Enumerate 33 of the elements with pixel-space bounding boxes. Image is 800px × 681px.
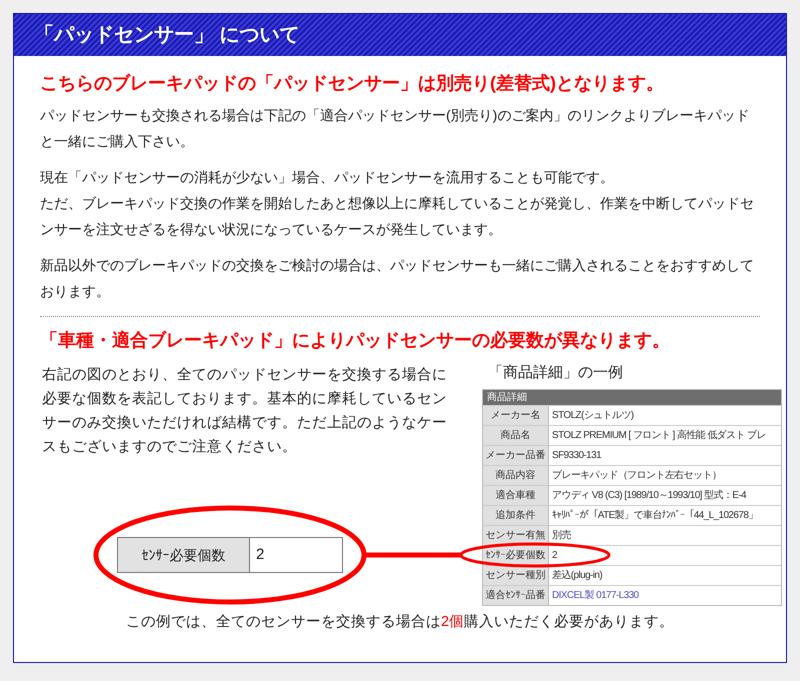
example-caption: 「商品詳細」の一例 bbox=[487, 363, 624, 383]
paragraph-text: 新品以外でのブレーキパッドの交換をご検討の場合は、パッドセンサーも一緒にご購入されることをおすすめしております。 bbox=[40, 256, 755, 301]
table-title: 商品詳細 bbox=[483, 390, 781, 405]
table-value: 差込(plug-in) bbox=[551, 568, 602, 583]
table-label: 適合車種 bbox=[483, 486, 549, 505]
table-link[interactable]: DIXCEL製 0177-L330 bbox=[549, 586, 639, 605]
notice-heading: こちらのブレーキパッドの「パッドセンサー」は別売り(差替式)となります。 bbox=[40, 72, 665, 95]
note-text: この例では、全てのセンサーを交換する場合は2個購入いただく必要があります。 bbox=[126, 612, 674, 632]
table-label: 適合ｾﾝｻｰ品番 bbox=[483, 586, 549, 605]
paragraph-text: パッドセンサーも交換される場合は下記の「適合パッドセンサー(別売り)のご案内」のリンクよりブレーキパッドと一緒にご購入下さい。 bbox=[40, 106, 750, 151]
table-value: ブレーキパッド（フロント左右セット） bbox=[551, 468, 722, 483]
field-value: 2 bbox=[255, 545, 264, 565]
paragraph-text: 現在「パッドセンサーの消耗が少ない」場合、パッドセンサーを流用することも可能です。 bbox=[40, 168, 615, 187]
table-value: ｷｬﾘﾊﾟｰが「ATE製」で車台ﾅﾝﾊﾞｰ「44_L_102678」 bbox=[551, 508, 758, 523]
table-label: メーカー名 bbox=[483, 406, 549, 425]
table-value: 2 bbox=[551, 549, 557, 563]
table-label: センサー種別 bbox=[483, 566, 549, 585]
header-title: 「パッドセンサー」 について bbox=[34, 23, 300, 48]
table-label: 追加条件 bbox=[483, 506, 549, 525]
table-value: STOLZ PREMIUM [ フロント ] 高性能 低ダスト ブレ bbox=[551, 428, 766, 443]
field-label: ｾﾝｻｰ必要個数 bbox=[118, 538, 250, 572]
section-heading: 「車種・適合ブレーキパッド」によりパッドセンサーの必要数が異なります。 bbox=[40, 329, 671, 352]
table-value: STOLZ(シュトルツ) bbox=[551, 409, 634, 423]
paragraph-text: ただ、ブレーキパッド交換の作業を開始したあと想像以上に摩耗していることが発覚し、作業を中断してパッドセンサーを注文せざるを得ない状況になっているケースが発生しています。 bbox=[40, 194, 755, 239]
table-label: メーカー品番 bbox=[483, 446, 549, 465]
explanation-text: 右記の図のとおり、全てのパッドセンサーを交換する場合に必要な個数を表記しております。基本的に摩耗しているセンサーのみ交換いただければ結構です。ただ上記のようなケースもございますのでご注意ください。 bbox=[41, 366, 448, 457]
table-label: 商品名 bbox=[483, 426, 549, 445]
table-label: ｾﾝｻｰ必要個数 bbox=[483, 546, 549, 565]
table-label: センサー有無 bbox=[483, 526, 549, 545]
table-value: アウディ V8 (C3) [1989/10～1993/10] 型式：E-4 bbox=[551, 488, 746, 503]
table-value: 別売 bbox=[551, 528, 571, 543]
table-label: 商品内容 bbox=[483, 466, 549, 485]
table-value: SF9330-131 bbox=[551, 449, 602, 463]
